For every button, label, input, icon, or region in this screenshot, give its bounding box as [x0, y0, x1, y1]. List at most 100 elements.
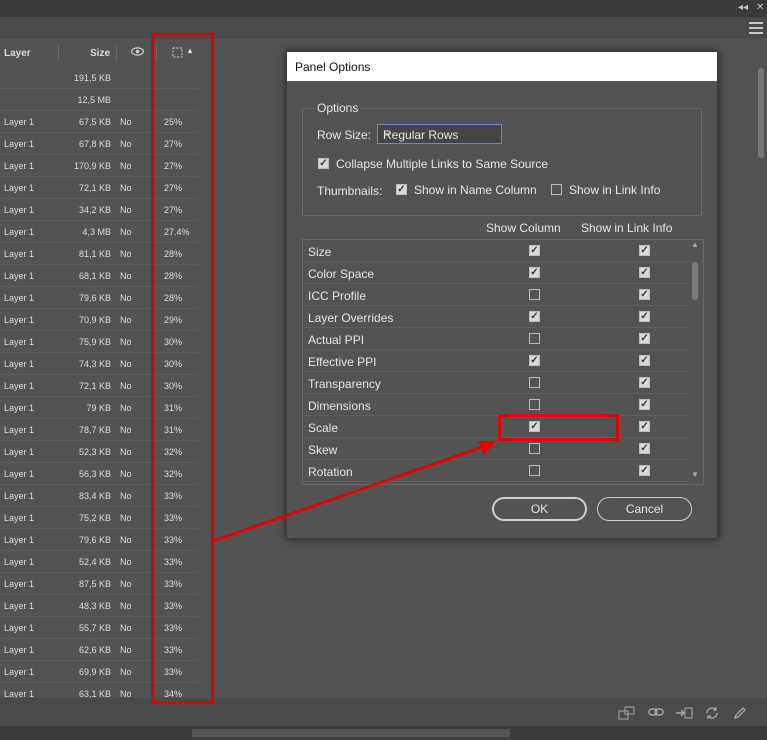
visibility-cell: No [120, 645, 132, 655]
option-row-size[interactable]: Size ✓ ✓ [303, 240, 689, 262]
show-column-checkbox[interactable]: ✓ [529, 311, 540, 322]
size-cell: 170,9 KB [73, 161, 111, 171]
show-in-link-info-checkbox[interactable]: ✓ [639, 333, 650, 344]
size-cell: 79,6 KB [78, 293, 111, 303]
option-row-dimensions[interactable]: Dimensions ✓ [303, 394, 689, 416]
option-row-effective-ppi[interactable]: Effective PPI ✓ ✓ [303, 350, 689, 372]
size-cell: 69,9 KB [78, 667, 111, 677]
show-in-link-info-checkbox[interactable]: ✓ [639, 289, 650, 300]
column-divider[interactable] [58, 45, 59, 61]
visibility-cell: No [120, 205, 132, 215]
show-in-link-info-checkbox[interactable]: ✓ [639, 355, 650, 366]
cancel-button[interactable]: Cancel [597, 497, 692, 521]
layer-cell: Layer 1 [4, 359, 35, 369]
dialog-titlebar[interactable]: Panel Options [287, 52, 717, 81]
scrollbar-thumb[interactable] [192, 729, 510, 737]
option-row-skew[interactable]: Skew ✓ [303, 438, 689, 460]
chevron-down-icon: ⌄ [383, 127, 392, 138]
option-name: Effective PPI [308, 355, 377, 369]
show-in-link-info-checkbox[interactable]: ✓ [639, 267, 650, 278]
show-column-checkbox[interactable]: ✓ [529, 267, 540, 278]
edit-original-icon[interactable] [733, 706, 747, 723]
option-row-color-space[interactable]: Color Space ✓ ✓ [303, 262, 689, 284]
show-column-checkbox[interactable] [529, 377, 540, 388]
visibility-cell: No [120, 513, 132, 523]
thumb-link-info-checkbox[interactable] [551, 184, 562, 195]
visibility-cell: No [120, 667, 132, 677]
visibility-cell: No [120, 535, 132, 545]
show-in-link-info-checkbox[interactable]: ✓ [639, 443, 650, 454]
thumb-link-info-label: Show in Link Info [569, 183, 661, 197]
size-cell: 62,6 KB [78, 645, 111, 655]
goto-link-icon[interactable] [675, 706, 693, 723]
show-column-checkbox[interactable]: ✓ [529, 245, 540, 256]
scroll-down-icon[interactable]: ▼ [691, 470, 699, 479]
column-divider[interactable] [116, 45, 117, 61]
show-column-checkbox[interactable] [529, 289, 540, 300]
top-strip: ◂◂ ✕ [0, 0, 767, 17]
size-column-header[interactable]: Size [90, 48, 110, 59]
option-row-rotation[interactable]: Rotation ✓ [303, 460, 689, 482]
visibility-cell: No [120, 359, 132, 369]
option-row-actual-ppi[interactable]: Actual PPI ✓ [303, 328, 689, 350]
size-cell: 191,5 KB [73, 73, 111, 83]
visibility-cell: No [120, 293, 132, 303]
option-name: Dimensions [308, 399, 371, 413]
scroll-up-icon[interactable]: ▲ [691, 240, 699, 249]
show-in-link-info-checkbox[interactable]: ✓ [639, 377, 650, 388]
visibility-cell: No [120, 601, 132, 611]
size-cell: 55,7 KB [78, 623, 111, 633]
show-in-link-info-checkbox[interactable]: ✓ [639, 311, 650, 322]
visibility-cell: No [120, 425, 132, 435]
show-column-checkbox[interactable]: ✓ [529, 355, 540, 366]
link-icon[interactable] [648, 706, 664, 721]
show-in-link-info-checkbox[interactable]: ✓ [639, 465, 650, 476]
panel-tab-bar [0, 17, 767, 39]
scrollbar-thumb[interactable] [758, 68, 764, 158]
layer-cell: Layer 1 [4, 403, 35, 413]
collapse-links-checkbox[interactable]: ✓ [318, 158, 329, 169]
visibility-cell: No [120, 403, 132, 413]
horizontal-scrollbar[interactable] [0, 726, 767, 740]
size-cell: 12,5 MB [77, 95, 111, 105]
show-column-header: Show Column [486, 221, 561, 235]
dialog-title: Panel Options [295, 60, 371, 74]
visibility-cell: No [120, 447, 132, 457]
visibility-cell: No [120, 579, 132, 589]
collapse-panels-icon[interactable]: ◂◂ [738, 2, 748, 13]
scrollbar-thumb[interactable] [692, 262, 698, 300]
option-row-transparency[interactable]: Transparency ✓ [303, 372, 689, 394]
option-row-icc-profile[interactable]: ICC Profile ✓ [303, 284, 689, 306]
show-column-checkbox[interactable] [529, 443, 540, 454]
row-size-label: Row Size: [317, 128, 372, 142]
ok-button[interactable]: OK [492, 497, 587, 521]
option-row-scale[interactable]: Scale ✓ ✓ [303, 416, 689, 438]
layer-column-header[interactable]: Layer [4, 48, 31, 59]
close-icon[interactable]: ✕ [756, 2, 764, 13]
hamburger-menu-icon[interactable] [749, 22, 763, 34]
row-size-select[interactable]: Regular Rows ⌄ [377, 124, 502, 144]
visibility-cell: No [120, 337, 132, 347]
update-link-icon[interactable] [704, 706, 720, 723]
option-name: ICC Profile [308, 289, 367, 303]
panel-scrollbar[interactable] [757, 60, 765, 680]
thumb-name-column-checkbox[interactable]: ✓ [396, 184, 407, 195]
options-list-scrollbar[interactable]: ▲ ▼ [690, 240, 700, 482]
option-name: Color Space [308, 267, 375, 281]
size-cell: 67,8 KB [78, 139, 111, 149]
show-in-link-info-checkbox[interactable]: ✓ [639, 421, 650, 432]
visibility-cell: No [120, 491, 132, 501]
option-row-layer-overrides[interactable]: Layer Overrides ✓ ✓ [303, 306, 689, 328]
show-column-checkbox[interactable] [529, 399, 540, 410]
show-in-link-info-checkbox[interactable]: ✓ [639, 245, 650, 256]
show-in-link-info-checkbox[interactable]: ✓ [639, 399, 650, 410]
layer-cell: Layer 1 [4, 447, 35, 457]
layer-cell: Layer 1 [4, 227, 35, 237]
eye-icon[interactable] [130, 47, 145, 59]
option-name: Scale [308, 421, 339, 435]
size-cell: 72,1 KB [78, 183, 111, 193]
show-column-checkbox[interactable] [529, 333, 540, 344]
size-cell: 67,5 KB [78, 117, 111, 127]
relink-cc-icon[interactable] [618, 706, 636, 723]
show-column-checkbox[interactable] [529, 465, 540, 476]
